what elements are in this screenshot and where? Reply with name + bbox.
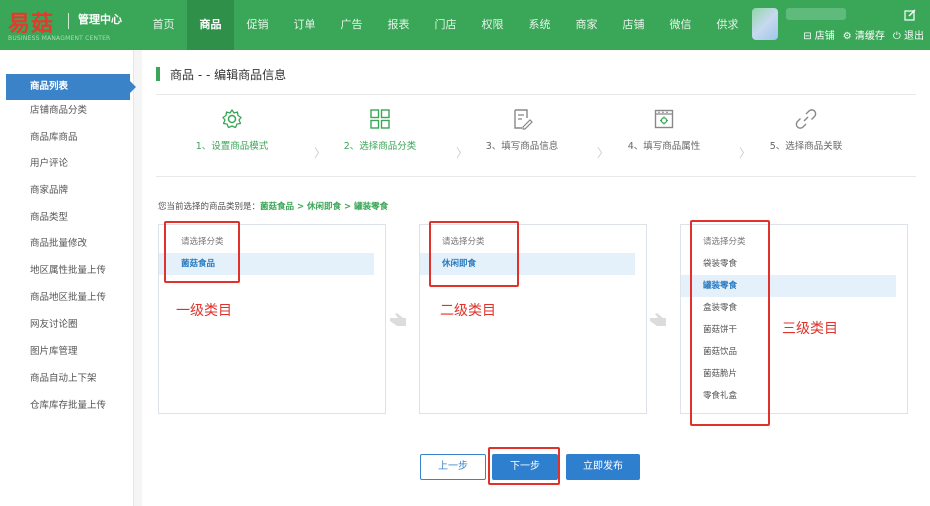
- nav-stores[interactable]: 门店: [422, 0, 469, 50]
- sidebar-item-discussion[interactable]: 网友讨论圈: [0, 312, 134, 338]
- step-2[interactable]: 2、选择商品分类: [310, 104, 450, 152]
- sidebar-item-product-list[interactable]: 商品列表: [6, 74, 136, 100]
- step-3-label: 3、填写商品信息: [485, 141, 559, 152]
- nav-ads[interactable]: 广告: [328, 0, 375, 50]
- logo-subtitle: 管理中心: [78, 13, 122, 26]
- annotation-box: [690, 220, 770, 426]
- annotation-label: 三级类目: [782, 321, 838, 337]
- link-icon: [795, 109, 817, 129]
- nav-promotions[interactable]: 促销: [234, 0, 281, 50]
- annotation-box: [164, 221, 240, 283]
- clear-cache-link[interactable]: ⚙ 清缓存: [843, 27, 885, 42]
- sidebar-item-brands[interactable]: 商家品牌: [0, 178, 134, 204]
- username-blurred: [786, 8, 846, 20]
- publish-now-button[interactable]: 立即发布: [566, 454, 640, 480]
- sidebar-item-library-products[interactable]: 商品库商品: [0, 125, 134, 151]
- top-actions: ⊟ 店铺 ⚙ 清缓存 ⏻ 退出: [803, 27, 924, 42]
- sidebar-item-region-attr-upload[interactable]: 地区属性批量上传: [0, 258, 134, 284]
- step-5-label: 5、选择商品关联: [769, 141, 843, 152]
- title-accent: [156, 67, 160, 81]
- edit-doc-icon: [514, 109, 533, 130]
- logo[interactable]: 易菇 管理中心 BUSINESS MANAGMENT CENTER: [8, 6, 138, 46]
- nav-supply[interactable]: 供求: [704, 0, 751, 50]
- edit-icon[interactable]: [904, 9, 916, 21]
- divider: [156, 176, 916, 177]
- nav-permissions[interactable]: 权限: [469, 0, 516, 50]
- step-4[interactable]: 4、填写商品属性: [594, 104, 734, 152]
- breadcrumb-path: 菌菇食品 > 休闲即食 > 罐装零食: [260, 202, 389, 212]
- annotation-label: 一级类目: [176, 303, 232, 319]
- nav-wechat[interactable]: 微信: [657, 0, 704, 50]
- nav-merchants[interactable]: 商家: [563, 0, 610, 50]
- hand-pointer-icon: [650, 313, 666, 326]
- sidebar-item-image-library[interactable]: 图片库管理: [0, 339, 134, 365]
- top-bar: 易菇 管理中心 BUSINESS MANAGMENT CENTER 首页 商品 …: [0, 0, 930, 50]
- attribute-icon: [654, 109, 674, 129]
- sidebar-item-batch-edit[interactable]: 商品批量修改: [0, 231, 134, 257]
- sidebar-item-auto-listing[interactable]: 商品自动上下架: [0, 366, 134, 392]
- step-5[interactable]: 5、选择商品关联: [736, 104, 876, 152]
- step-3[interactable]: 3、填写商品信息: [452, 104, 592, 152]
- nav-system[interactable]: 系统: [516, 0, 563, 50]
- nav-products[interactable]: 商品: [187, 0, 234, 50]
- logo-text: 易菇: [8, 12, 55, 37]
- step-1[interactable]: 1、设置商品模式: [162, 104, 302, 152]
- step-progress: 1、设置商品模式 〉 2、选择商品分类 〉 3、填写商品信息 〉 4、填写商品属…: [162, 104, 922, 170]
- gear-icon: [222, 109, 242, 129]
- sidebar-item-stock-upload[interactable]: 仓库库存批量上传: [0, 393, 134, 419]
- annotation-box: [429, 221, 519, 287]
- annotation-label: 二级类目: [440, 303, 496, 319]
- nav-home[interactable]: 首页: [140, 0, 187, 50]
- page-title: 商品 - - 编辑商品信息: [170, 68, 287, 82]
- step-1-label: 1、设置商品模式: [195, 141, 269, 152]
- store-link[interactable]: ⊟ 店铺: [803, 27, 835, 42]
- sidebar-item-product-types[interactable]: 商品类型: [0, 205, 134, 231]
- logout-link[interactable]: ⏻ 退出: [893, 27, 924, 42]
- hand-pointer-icon: [390, 313, 406, 326]
- main-nav: 首页 商品 促销 订单 广告 报表 门店 权限 系统 商家 店铺 微信 供求: [140, 0, 751, 50]
- previous-step-button[interactable]: 上一步: [420, 454, 486, 480]
- sidebar-item-shop-category[interactable]: 店铺商品分类: [0, 98, 134, 124]
- annotation-box: [488, 447, 560, 485]
- logo-divider: [68, 13, 69, 29]
- sidebar-item-reviews[interactable]: 用户评论: [0, 151, 134, 177]
- main-content: 商品 - - 编辑商品信息 1、设置商品模式 〉 2、选择商品分类 〉 3、填写…: [142, 50, 930, 506]
- breadcrumb-prefix: 您当前选择的商品类别是：: [158, 202, 261, 212]
- nav-reports[interactable]: 报表: [375, 0, 422, 50]
- nav-orders[interactable]: 订单: [281, 0, 328, 50]
- sidebar: 商品列表 店铺商品分类 商品库商品 用户评论 商家品牌 商品类型 商品批量修改 …: [0, 50, 136, 506]
- logo-english: BUSINESS MANAGMENT CENTER: [8, 35, 111, 42]
- avatar[interactable]: [752, 8, 778, 40]
- divider: [156, 94, 916, 95]
- selected-category-breadcrumb: 您当前选择的商品类别是：菌菇食品 > 休闲即食 > 罐装零食: [158, 200, 388, 212]
- nav-shop[interactable]: 店铺: [610, 0, 657, 50]
- sidebar-item-product-region-upload[interactable]: 商品地区批量上传: [0, 285, 134, 311]
- step-4-label: 4、填写商品属性: [627, 141, 701, 152]
- step-2-label: 2、选择商品分类: [343, 141, 417, 152]
- grid-icon: [370, 109, 390, 129]
